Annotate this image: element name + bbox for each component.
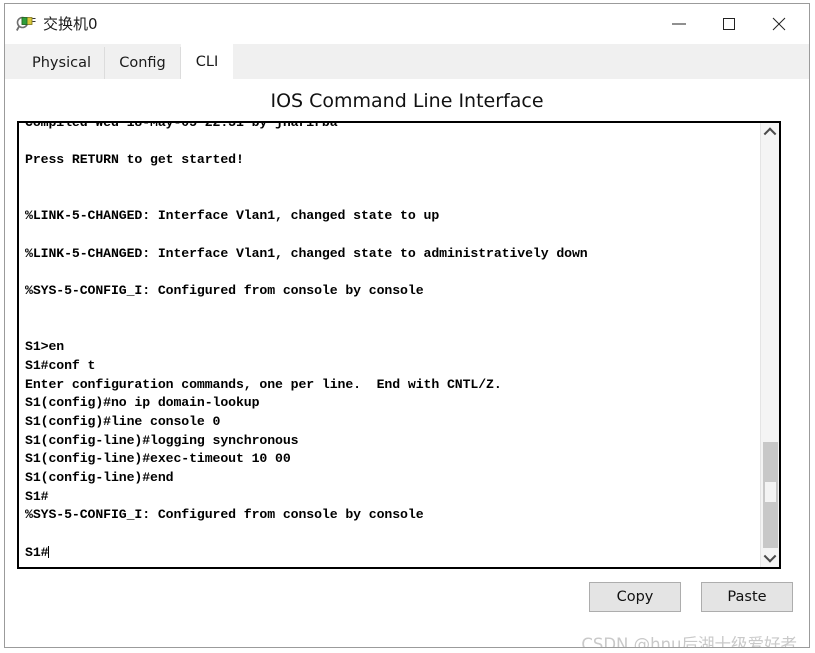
terminal-caret [48, 545, 50, 558]
terminal-output[interactable]: Compiled Wed 18-May-05 22:31 by jharirba… [19, 123, 760, 567]
maximize-button[interactable] [706, 4, 752, 43]
terminal-line: %SYS-5-CONFIG_I: Configured from console… [25, 283, 424, 299]
close-button[interactable] [756, 4, 802, 43]
terminal-line: S1(config)#no ip domain-lookup [25, 395, 260, 411]
copy-button[interactable]: Copy [589, 582, 681, 612]
terminal-scrollbar[interactable] [760, 123, 779, 567]
minimize-button[interactable] [656, 4, 702, 43]
tab-strip: Physical Config CLI [5, 44, 809, 80]
terminal-line: %LINK-5-CHANGED: Interface Vlan1, change… [25, 245, 588, 261]
terminal-line: %LINK-5-CHANGED: Interface Vlan1, change… [25, 208, 440, 224]
tab-physical[interactable]: Physical [19, 47, 105, 79]
scrollbar-thumb-grip [765, 482, 776, 502]
terminal-frame: Compiled Wed 18-May-05 22:31 by jharirba… [17, 121, 781, 569]
window-title-group: 交换机0 [16, 13, 98, 35]
scroll-up-button[interactable] [761, 123, 779, 141]
watermark: CSDN @hnu后湖十级爱好者 [581, 635, 797, 648]
maximize-icon [723, 17, 735, 30]
tab-config[interactable]: Config [105, 47, 181, 79]
terminal-line: S1(config)#line console 0 [25, 414, 221, 429]
scroll-down-button[interactable] [761, 549, 779, 567]
terminal-line: S1# [25, 544, 50, 560]
chevron-up-icon [763, 127, 777, 141]
terminal-line: S1>en [25, 339, 65, 355]
window-titlebar[interactable]: 交换机0 [5, 4, 809, 44]
action-button-row: Copy Paste [589, 582, 793, 612]
cli-heading: IOS Command Line Interface [270, 90, 544, 112]
terminal-line: Enter configuration commands, one per li… [25, 376, 502, 392]
terminal-line: S1# [25, 488, 49, 504]
tab-cli[interactable]: CLI [181, 44, 233, 80]
scrollbar-thumb[interactable] [763, 442, 778, 548]
terminal-line: Compiled Wed 18-May-05 22:31 by jharirba [25, 123, 760, 133]
terminal-line: S1(config-line)#logging synchronous [25, 432, 299, 448]
terminal-line: Press RETURN to get started! [25, 152, 244, 168]
paste-button[interactable]: Paste [701, 582, 793, 612]
chevron-down-icon [763, 549, 777, 563]
terminal-line: S1(config-line)#end [25, 470, 174, 486]
terminal-line: S1#conf t [25, 357, 96, 373]
cli-panel: IOS Command Line Interface Compiled Wed … [5, 79, 809, 647]
minimize-icon [672, 23, 686, 24]
terminal-line: S1(config-line)#exec-timeout 10 00 [25, 451, 291, 467]
terminal-line: %SYS-5-CONFIG_I: Configured from console… [25, 507, 424, 523]
switch-device-icon [16, 14, 36, 34]
cli-window: 交换机0 Physical Config CLI IOS Command Lin… [4, 3, 810, 648]
window-title: 交换机0 [43, 15, 98, 33]
